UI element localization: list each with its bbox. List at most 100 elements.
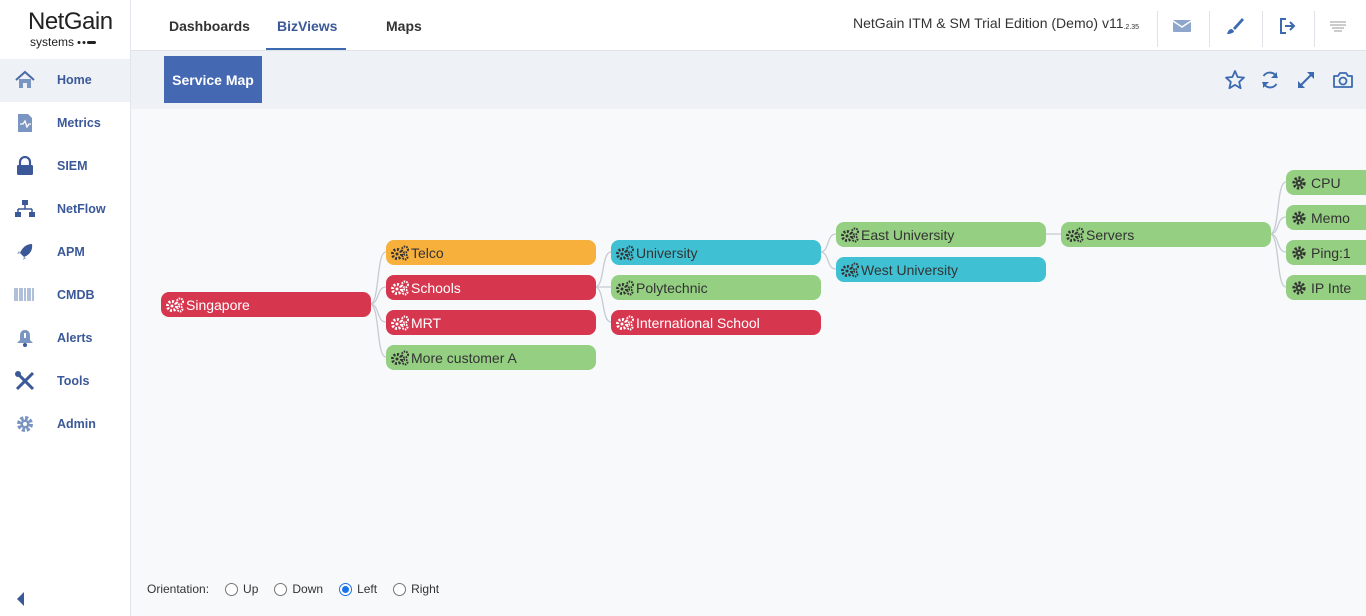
gear-icon bbox=[1292, 175, 1306, 190]
gear-icon bbox=[17, 416, 33, 432]
orientation-option-label: Up bbox=[243, 582, 259, 596]
node-ip-interface[interactable]: IP Inte bbox=[1286, 275, 1366, 300]
orientation-option-label: Left bbox=[357, 582, 378, 596]
divider bbox=[1209, 11, 1210, 47]
gear-icon bbox=[1292, 280, 1306, 295]
sidebar-item-tools[interactable]: Tools bbox=[0, 360, 130, 403]
user-avatar[interactable] bbox=[1327, 16, 1349, 36]
orientation-down[interactable]: Down bbox=[274, 582, 323, 596]
node-schools[interactable]: Schools bbox=[386, 275, 596, 300]
radio-right[interactable] bbox=[393, 582, 407, 596]
node-label: Memo bbox=[1311, 209, 1350, 226]
node-more-customer-a[interactable]: More customer A bbox=[386, 345, 596, 370]
node-cpu[interactable]: CPU bbox=[1286, 170, 1366, 195]
orientation-left[interactable]: Left bbox=[339, 582, 377, 596]
node-label: Singapore bbox=[186, 296, 250, 313]
map-links bbox=[369, 181, 1287, 358]
netgain-logo[interactable]: NetGain systems bbox=[0, 0, 130, 58]
top-bar: Dashboards BizViews Maps NetGain ITM & S… bbox=[131, 0, 1366, 51]
sidebar-item-metrics[interactable]: Metrics bbox=[0, 102, 130, 145]
node-label: More customer A bbox=[411, 349, 517, 366]
node-telco[interactable]: Telco bbox=[386, 240, 596, 265]
orientation-option-label: Down bbox=[292, 582, 324, 596]
sidebar-item-label: Admin bbox=[57, 417, 96, 431]
node-label: Servers bbox=[1086, 226, 1135, 243]
gears-icon bbox=[166, 297, 184, 312]
gears-icon bbox=[841, 262, 859, 277]
gears-icon bbox=[616, 280, 634, 295]
sidebar-item-label: NetFlow bbox=[57, 202, 106, 216]
sidebar-item-cmdb[interactable]: CMDB bbox=[0, 274, 130, 317]
sidebar-item-admin[interactable]: Admin bbox=[0, 403, 130, 446]
collapse-sidebar-icon[interactable] bbox=[14, 590, 28, 608]
node-mrt[interactable]: MRT bbox=[386, 310, 596, 335]
sidebar-item-apm[interactable]: APM bbox=[0, 231, 130, 274]
radio-left[interactable] bbox=[339, 582, 353, 596]
gears-icon bbox=[841, 227, 859, 242]
logo-dots-icon bbox=[77, 41, 96, 44]
gears-icon bbox=[391, 350, 409, 365]
node-label: Polytechnic bbox=[636, 279, 708, 296]
logo-sub: systems bbox=[30, 35, 75, 49]
node-international-school[interactable]: International School bbox=[611, 310, 821, 335]
active-tab-indicator bbox=[266, 48, 346, 50]
sidebar-item-siem[interactable]: SIEM bbox=[0, 145, 130, 188]
gear-icon bbox=[1292, 245, 1306, 260]
node-singapore[interactable]: Singapore bbox=[161, 292, 371, 317]
sidebar-item-label: Tools bbox=[57, 374, 90, 388]
metrics-icon bbox=[18, 114, 32, 132]
sidebar-item-label: SIEM bbox=[57, 159, 88, 173]
node-east-university[interactable]: East University bbox=[836, 222, 1046, 247]
node-servers[interactable]: Servers bbox=[1061, 222, 1271, 247]
gears-icon bbox=[1066, 227, 1084, 242]
node-label: Schools bbox=[411, 279, 461, 296]
sidebar-item-home[interactable]: Home bbox=[0, 59, 130, 102]
home-icon bbox=[15, 70, 35, 88]
node-label: CPU bbox=[1311, 174, 1341, 191]
node-label: University bbox=[636, 244, 698, 261]
service-map-canvas[interactable]: Singapore Telco Schools MRT More custome… bbox=[131, 109, 1366, 616]
rocket-icon bbox=[17, 244, 33, 260]
gears-icon bbox=[391, 280, 409, 295]
logout-icon[interactable] bbox=[1277, 16, 1299, 36]
node-memory[interactable]: Memo bbox=[1286, 205, 1366, 230]
divider bbox=[1157, 11, 1158, 47]
brush-icon[interactable] bbox=[1224, 16, 1246, 36]
node-label: West University bbox=[861, 261, 958, 278]
orientation-label: Orientation: bbox=[147, 582, 210, 596]
node-polytechnic[interactable]: Polytechnic bbox=[611, 275, 821, 300]
node-label: Telco bbox=[411, 244, 444, 261]
gears-icon bbox=[616, 245, 634, 260]
node-label: MRT bbox=[411, 314, 442, 331]
refresh-icon[interactable] bbox=[1259, 69, 1281, 91]
tab-bizviews[interactable]: BizViews bbox=[277, 18, 337, 34]
tab-dashboards[interactable]: Dashboards bbox=[169, 18, 250, 34]
sidebar: NetGain systems Home Metrics SIEM NetFlo… bbox=[0, 0, 131, 616]
sidebar-item-label: Alerts bbox=[57, 331, 93, 345]
orientation-up[interactable]: Up bbox=[225, 582, 258, 596]
radio-down[interactable] bbox=[274, 582, 288, 596]
mail-icon[interactable] bbox=[1171, 16, 1193, 36]
barcode-icon bbox=[14, 288, 34, 301]
bell-icon bbox=[17, 330, 33, 347]
logo-brand: NetGain bbox=[28, 8, 113, 35]
service-map-title-button[interactable]: Service Map bbox=[164, 56, 262, 103]
node-label: IP Inte bbox=[1311, 279, 1352, 296]
tab-maps[interactable]: Maps bbox=[386, 18, 422, 34]
node-west-university[interactable]: West University bbox=[836, 257, 1046, 282]
gears-icon bbox=[391, 245, 409, 260]
star-icon[interactable] bbox=[1224, 69, 1246, 91]
radio-up[interactable] bbox=[225, 582, 239, 596]
orientation-right[interactable]: Right bbox=[393, 582, 439, 596]
node-label: East University bbox=[861, 226, 955, 243]
expand-icon[interactable] bbox=[1295, 69, 1317, 91]
sidebar-item-netflow[interactable]: NetFlow bbox=[0, 188, 130, 231]
orientation-control: Orientation: Up Down Left Right bbox=[147, 580, 439, 598]
node-university[interactable]: University bbox=[611, 240, 821, 265]
gears-icon bbox=[391, 315, 409, 330]
edition-title: NetGain ITM & SM Trial Edition (Demo) v1… bbox=[853, 15, 1140, 31]
camera-icon[interactable] bbox=[1332, 69, 1354, 91]
sidebar-item-alerts[interactable]: Alerts bbox=[0, 317, 130, 360]
sidebar-item-label: Metrics bbox=[57, 116, 101, 130]
node-ping[interactable]: Ping:1 bbox=[1286, 240, 1366, 265]
